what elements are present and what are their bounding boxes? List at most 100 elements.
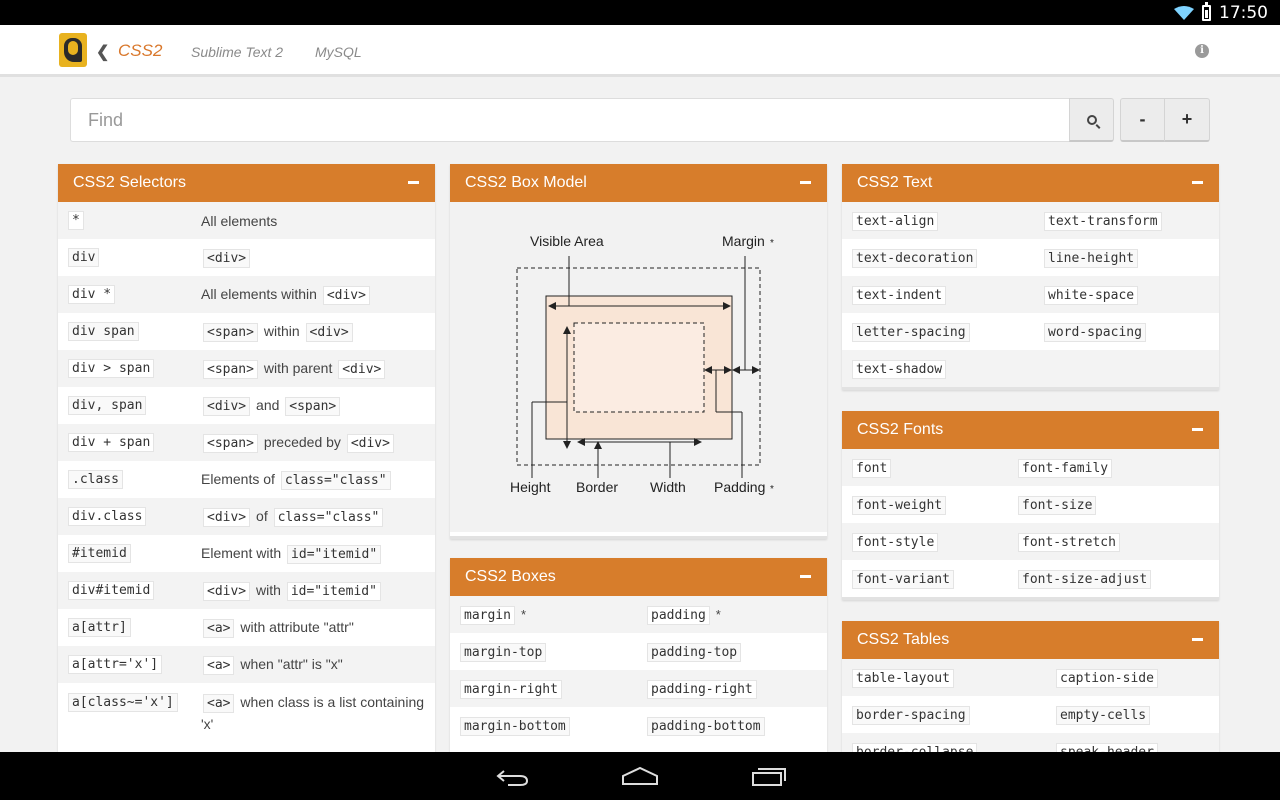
description-code: <div> xyxy=(346,433,394,453)
property-cell: padding-right xyxy=(647,680,757,699)
property-cell: font-size-adjust xyxy=(1018,570,1152,589)
description-code: class="class" xyxy=(273,507,384,527)
description-text: with attribute "attr" xyxy=(240,618,354,635)
property-code: text-shadow xyxy=(852,360,947,379)
table-row[interactable]: margin * padding * xyxy=(450,596,827,633)
collapse-icon[interactable] xyxy=(1192,181,1203,184)
table-row[interactable]: a[attr='x'] <a> when "attr" is "x" xyxy=(58,646,435,683)
table-row[interactable]: margin-bottom padding-bottom xyxy=(450,707,827,744)
card-header[interactable]: CSS2 Fonts xyxy=(842,411,1219,449)
property-cell: margin-bottom xyxy=(460,717,570,736)
table-row[interactable]: div + span <span> preceded by <div> xyxy=(58,424,435,461)
property-cell: margin * xyxy=(460,606,526,625)
table-row[interactable]: div span <span> within <div> xyxy=(58,313,435,350)
table-row[interactable]: div <div> xyxy=(58,239,435,276)
table-row[interactable]: a[class~='x'] <a> when class is a list co… xyxy=(58,683,435,741)
label-margin: Margin xyxy=(722,233,765,249)
back-nav-icon[interactable] xyxy=(496,767,530,787)
label-margin-star: * xyxy=(770,238,774,249)
search-box xyxy=(70,98,1070,142)
home-nav-icon[interactable] xyxy=(621,766,659,786)
label-border: Border xyxy=(576,479,618,495)
search-input[interactable] xyxy=(71,99,1070,141)
table-row[interactable]: div.class <div> of class="class" xyxy=(58,498,435,535)
table-row[interactable]: font-style font-stretch xyxy=(842,523,1219,560)
property-code: text-transform xyxy=(1044,212,1162,231)
table-row[interactable]: text-decoration line-height xyxy=(842,239,1219,276)
tab-css2[interactable]: CSS2 xyxy=(118,41,162,61)
table-row[interactable]: text-align text-transform xyxy=(842,202,1219,239)
table-row[interactable]: letter-spacing word-spacing xyxy=(842,313,1219,350)
table-row[interactable]: font font-family xyxy=(842,449,1219,486)
property-cell: border-spacing xyxy=(852,706,970,725)
selector-description: <div> and <span> xyxy=(201,395,425,417)
property-code: margin xyxy=(460,606,515,625)
selector-code: #itemid xyxy=(68,544,131,563)
description-text: All elements xyxy=(201,212,278,229)
box-model-svg: Visible Area Margin * Height Border Widt… xyxy=(510,233,774,495)
description-code: <a> xyxy=(203,618,235,638)
table-row[interactable]: border-spacing empty-cells xyxy=(842,696,1219,733)
table-row[interactable]: font-variant font-size-adjust xyxy=(842,560,1219,597)
navigation-bar xyxy=(0,752,1280,800)
tab-mysql[interactable]: MySQL xyxy=(315,44,362,60)
card-header[interactable]: CSS2 Tables xyxy=(842,621,1219,659)
label-padding: Padding xyxy=(714,479,765,495)
description-text: All elements within xyxy=(201,285,317,302)
selector-code: .class xyxy=(68,470,123,489)
collapse-icon[interactable] xyxy=(1192,428,1203,431)
selector-description: Elements of class="class" xyxy=(201,469,425,491)
property-code: text-indent xyxy=(852,286,947,305)
description-code: <div> xyxy=(203,396,251,416)
collapse-icon[interactable] xyxy=(1192,638,1203,641)
selector-code: div + span xyxy=(68,433,155,452)
selector-description: <div> of class="class" xyxy=(201,506,425,528)
table-row[interactable]: margin-top padding-top xyxy=(450,633,827,670)
table-row[interactable]: margin-right padding-right xyxy=(450,670,827,707)
zoom-out-button[interactable]: - xyxy=(1120,98,1165,142)
property-code: font-variant xyxy=(852,570,954,589)
table-row[interactable]: .class Elements of class="class" xyxy=(58,461,435,498)
table-row[interactable]: div * All elements within <div> xyxy=(58,276,435,313)
collapse-icon[interactable] xyxy=(408,181,419,184)
table-row[interactable]: text-shadow xyxy=(842,350,1219,387)
property-cell: line-height xyxy=(1044,249,1139,268)
zoom-in-button[interactable]: + xyxy=(1164,98,1210,142)
table-row[interactable]: * All elements xyxy=(58,202,435,239)
table-row[interactable]: div#itemid <div> with id="itemid" xyxy=(58,572,435,609)
property-cell: letter-spacing xyxy=(852,323,970,342)
card-header[interactable]: CSS2 Text xyxy=(842,164,1219,202)
table-row[interactable]: font-weight font-size xyxy=(842,486,1219,523)
info-icon[interactable]: i xyxy=(1195,44,1209,58)
description-text: when "attr" is "x" xyxy=(240,655,343,672)
property-code: font xyxy=(852,459,892,478)
property-code: text-align xyxy=(852,212,939,231)
table-row[interactable]: table-layout caption-side xyxy=(842,659,1219,696)
selector-description: <span> within <div> xyxy=(201,321,425,343)
collapse-icon[interactable] xyxy=(800,181,811,184)
table-row[interactable]: #itemid Element with id="itemid" xyxy=(58,535,435,572)
label-width: Width xyxy=(650,479,686,495)
card-header[interactable]: CSS2 Boxes xyxy=(450,558,827,596)
description-code: <div> xyxy=(305,322,353,342)
search-button[interactable] xyxy=(1069,98,1114,142)
recent-apps-icon[interactable] xyxy=(751,767,787,787)
app-logo-icon[interactable] xyxy=(59,33,87,67)
card-title: CSS2 Fonts xyxy=(857,421,944,438)
selector-code: a[class~='x'] xyxy=(68,693,178,712)
tab-sublime-text-2[interactable]: Sublime Text 2 xyxy=(191,44,283,60)
table-row[interactable]: div, span <div> and <span> xyxy=(58,387,435,424)
wifi-icon xyxy=(1174,6,1194,20)
description-code: <span> xyxy=(203,359,258,379)
table-row[interactable]: a[attr] <a> with attribute "attr" xyxy=(58,609,435,646)
description-code: id="itemid" xyxy=(287,544,382,564)
back-chevron-icon[interactable]: ❮ xyxy=(96,42,109,62)
label-height: Height xyxy=(510,479,551,495)
collapse-icon[interactable] xyxy=(800,575,811,578)
card-header[interactable]: CSS2 Box Model xyxy=(450,164,827,202)
table-row[interactable]: text-indent white-space xyxy=(842,276,1219,313)
description-text: Elements of xyxy=(201,470,275,487)
card-header[interactable]: CSS2 Selectors xyxy=(58,164,435,202)
table-row[interactable]: div > span <span> with parent <div> xyxy=(58,350,435,387)
status-icons: 17:50 xyxy=(1174,2,1268,23)
